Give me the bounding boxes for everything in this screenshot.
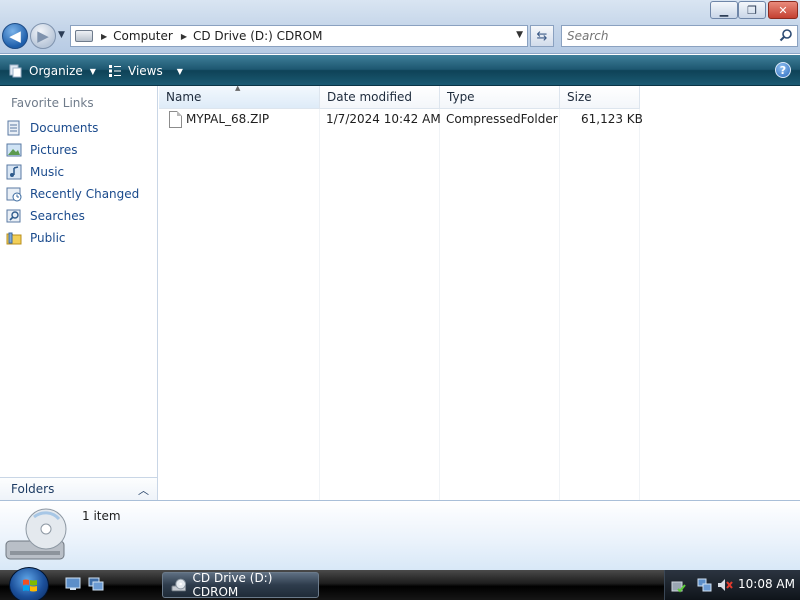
column-header-date-modified[interactable]: Date modified [320, 86, 440, 109]
chevron-up-icon: ︿ [138, 484, 149, 497]
breadcrumb-separator-icon[interactable]: ▶ [101, 32, 107, 41]
breadcrumb-computer[interactable]: Computer [113, 29, 173, 43]
window-titlebar: ▁ ❐ ✕ ◀ ▶ ▼ ▶ Computer ▶ CD Drive (D:) C… [0, 0, 800, 54]
volume-muted-icon[interactable] [717, 577, 733, 593]
taskbar-button-cd-drive[interactable]: CD Drive (D:) CDROM [162, 571, 319, 599]
navigation-pane: Favorite Links Documents Pictures Music … [0, 86, 158, 500]
views-button[interactable]: Views ▼ [108, 61, 183, 81]
zip-file-icon [169, 111, 182, 128]
chevron-down-icon: ▼ [89, 66, 96, 76]
organize-label: Organize [29, 64, 83, 78]
sidebar-item-recently-changed[interactable]: Recently Changed [6, 185, 139, 203]
back-button[interactable]: ◀ [2, 23, 28, 49]
command-bar: Organize ▼ Views ▼ ? [0, 55, 800, 86]
search-icon[interactable] [779, 28, 793, 42]
item-count: 1 item [82, 509, 121, 523]
search-box[interactable] [561, 25, 798, 47]
address-bar[interactable]: ▶ Computer ▶ CD Drive (D:) CDROM ▼ [70, 25, 528, 47]
sidebar-item-label: Recently Changed [30, 187, 140, 201]
computer-icon [75, 30, 93, 42]
column-header-size[interactable]: Size [560, 86, 640, 109]
show-desktop-icon[interactable] [65, 577, 81, 591]
security-center-icon[interactable] [670, 577, 686, 593]
sidebar-item-label: Documents [30, 121, 99, 135]
column-header-label: Size [567, 90, 592, 104]
organize-button[interactable]: Organize ▼ [9, 61, 96, 81]
views-label: Views [128, 64, 163, 78]
sidebar-item-documents[interactable]: Documents [6, 119, 98, 137]
refresh-icon: ⇆ [536, 28, 548, 44]
chevron-down-icon: ▼ [176, 66, 183, 76]
sidebar-item-pictures[interactable]: Pictures [6, 141, 78, 159]
file-type: CompressedFolder [446, 112, 558, 126]
column-divider [559, 109, 560, 500]
column-header-name[interactable]: ▲ Name [159, 84, 320, 109]
column-divider [439, 109, 440, 500]
network-icon[interactable] [697, 577, 713, 593]
views-icon [109, 65, 121, 77]
table-row[interactable]: MYPAL_68.ZIP 1/7/2024 10:42 AM Compresse… [159, 110, 643, 130]
column-header-label: Date modified [327, 90, 413, 104]
folders-toggle[interactable]: Folders ︿ [0, 477, 157, 500]
breadcrumb-cd-drive[interactable]: CD Drive (D:) CDROM [193, 29, 322, 43]
switch-windows-icon[interactable] [88, 577, 104, 591]
address-dropdown-icon[interactable]: ▼ [516, 30, 523, 40]
column-header-label: Name [166, 90, 202, 104]
public-folder-icon [6, 232, 22, 245]
sidebar-item-label: Searches [30, 209, 85, 223]
file-size: 61,123 KB [581, 112, 643, 126]
folders-label: Folders [11, 482, 55, 496]
details-pane: 1 item [0, 500, 800, 570]
close-button[interactable]: ✕ [768, 1, 798, 19]
sidebar-item-label: Music [30, 165, 65, 179]
favorite-links-heading: Favorite Links [11, 96, 94, 110]
clock[interactable]: 10:08 AM [738, 577, 795, 591]
minimize-button[interactable]: ▁ [710, 1, 738, 19]
file-list: ▲ Name Date modified Type Size MYPAL_68.… [159, 84, 800, 500]
windows-logo-icon [23, 579, 37, 592]
column-header-type[interactable]: Type [440, 86, 560, 109]
pictures-icon [6, 143, 22, 157]
file-name[interactable]: MYPAL_68.ZIP [186, 112, 269, 126]
arrow-left-icon: ◀ [9, 27, 21, 45]
column-header-label: Type [447, 90, 475, 104]
arrow-right-icon: ▶ [37, 27, 49, 45]
documents-icon [7, 120, 20, 136]
help-icon[interactable]: ? [775, 62, 791, 78]
maximize-button[interactable]: ❐ [738, 1, 766, 19]
column-divider [319, 109, 320, 500]
forward-button[interactable]: ▶ [30, 23, 56, 49]
taskbar-button-label: CD Drive (D:) CDROM [192, 571, 273, 599]
searches-icon [6, 209, 21, 223]
recent-pages-dropdown[interactable]: ▼ [58, 30, 65, 40]
cd-drive-icon [5, 508, 67, 560]
organize-icon [9, 64, 22, 78]
refresh-button[interactable]: ⇆ [530, 25, 554, 47]
breadcrumb-separator-icon[interactable]: ▶ [181, 32, 187, 41]
sidebar-item-searches[interactable]: Searches [6, 207, 85, 225]
sidebar-item-public[interactable]: Public [6, 229, 66, 247]
sidebar-item-label: Public [30, 231, 66, 245]
sidebar-item-label: Pictures [30, 143, 78, 157]
sort-ascending-icon: ▲ [235, 84, 241, 92]
search-input[interactable] [562, 26, 762, 46]
music-icon [6, 164, 22, 180]
cd-drive-icon [171, 578, 187, 592]
start-button[interactable] [9, 567, 49, 600]
recently-changed-icon [6, 187, 22, 202]
file-date-modified: 1/7/2024 10:42 AM [326, 112, 441, 126]
sidebar-item-music[interactable]: Music [6, 163, 64, 181]
system-tray: 10:08 AM [664, 570, 800, 600]
column-divider [639, 109, 640, 500]
